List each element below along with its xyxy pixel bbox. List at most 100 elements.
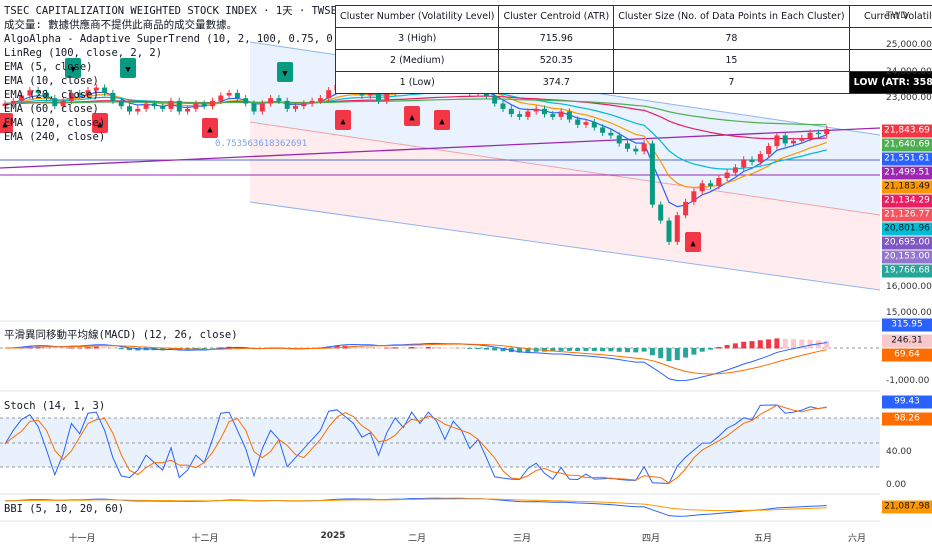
stoch-tick: 40.00 [886, 447, 912, 457]
header-cell: Cluster Size (No. of Data Points in Each… [613, 5, 850, 28]
macd-histogram-bar [583, 348, 589, 351]
indicator-ema60[interactable]: EMA (60, close) [4, 102, 440, 116]
table-row: 1 (Low)374.77LOW (ATR: 358.96) [334, 71, 932, 94]
macd-histogram-bar [417, 347, 423, 349]
cell: 1 (Low) [334, 71, 500, 94]
time-tick: 五月 [753, 534, 773, 544]
macd-histogram-bar [450, 347, 456, 349]
macd-histogram-bar [210, 348, 215, 349]
volatility-cluster-table: Cluster Number (Volatility Level) Cluste… [334, 5, 932, 94]
macd-histogram-bar [409, 347, 415, 349]
macd-histogram-bar [85, 347, 91, 349]
cell: 78 [613, 27, 850, 50]
price-axis[interactable]: TWD 25,000.00 24,000.00 23,000.00 16,000… [880, 0, 932, 550]
macd-histogram-bar [757, 340, 763, 349]
macd-histogram-bar [483, 348, 489, 350]
macd-histogram-bar [376, 347, 381, 349]
macd-histogram-bar [807, 339, 813, 349]
macd-histogram-bar [591, 348, 597, 351]
macd-histogram-bar [52, 347, 58, 349]
macd-histogram-bar [782, 338, 788, 349]
macd-histogram-bar [608, 348, 614, 352]
candle [658, 201, 664, 224]
buy-signal-marker: ▲ [685, 232, 701, 252]
macd-histogram-bar [118, 348, 124, 350]
macd-histogram-bar [674, 348, 680, 360]
price-label: 21,499.51 [882, 166, 932, 180]
signal-label: 246.31 [882, 334, 932, 348]
cell: 374.7 [498, 71, 615, 94]
stoch-d-label: 98.26 [882, 412, 932, 426]
svg-text:▲: ▲ [439, 117, 445, 127]
macd-histogram-bar [616, 348, 622, 352]
macd-title[interactable]: 平滑異同移動平均線(MACD) (12, 26, close) [4, 328, 238, 342]
macd-histogram-bar [724, 345, 730, 349]
macd-histogram-bar [102, 346, 108, 349]
cell: 715.96 [498, 27, 615, 50]
bbi-title[interactable]: BBI (5, 10, 20, 60) [4, 502, 124, 516]
macd-histogram-bar [641, 348, 647, 352]
macd-histogram-bar [425, 346, 431, 349]
stoch-tick: 0.00 [886, 480, 907, 490]
cell: 15 [613, 49, 850, 72]
price-tick: 23,000.00 [886, 93, 932, 103]
macd-pane [2, 338, 830, 382]
macd-histogram-bar [774, 338, 780, 349]
macd-tick: -1,000.00 [886, 376, 930, 386]
macd-histogram-bar [666, 348, 672, 361]
time-tick: 三月 [512, 534, 532, 544]
price-label: 21,551.61 [882, 152, 932, 166]
macd-histogram-bar [732, 343, 738, 349]
price-tick: 25,000.00 [886, 40, 932, 50]
bbi-label: 21,087.98 [882, 500, 932, 514]
macd-histogram-bar [716, 346, 722, 349]
header-cell: Cluster Number (Volatility Level) [334, 5, 500, 28]
time-tick: 六月 [847, 534, 867, 544]
cell: 3 (High) [334, 27, 500, 50]
price-label: 20,801.96 [882, 222, 932, 236]
macd-histogram-bar [749, 341, 755, 349]
macd-histogram-bar [93, 346, 99, 349]
stoch-title[interactable]: Stoch (14, 1, 3) [4, 399, 105, 413]
table-row: 2 (Medium) 520.35 15 [334, 49, 932, 72]
bbi-pane [4, 497, 827, 517]
macd-histogram-bar [359, 346, 365, 349]
table-row: 3 (High) 715.96 78 [334, 27, 932, 50]
macd-histogram-bar [766, 339, 772, 349]
macd-histogram-bar [633, 348, 639, 353]
candle [674, 212, 680, 246]
macd-histogram-bar [392, 347, 398, 349]
macd-histogram-bar [683, 348, 689, 358]
candle [649, 140, 655, 208]
price-label: 21,134.29 [882, 194, 932, 208]
table-header: Cluster Number (Volatility Level) Cluste… [334, 5, 932, 28]
macd-histogram-bar [791, 339, 796, 349]
macd-histogram-bar [459, 347, 464, 349]
macd-histogram-bar [68, 347, 74, 349]
time-tick: 十二月 [191, 534, 219, 544]
price-label: 21,183.49 [882, 180, 932, 194]
price-label: 21,640.69 [882, 138, 932, 152]
macd-histogram-bar [77, 347, 83, 349]
stoch-k-label: 99.43 [882, 395, 932, 409]
price-label: 20,695.00 [882, 236, 932, 250]
price-label: 21,843.69 [882, 124, 932, 138]
time-tick: 四月 [641, 534, 661, 544]
indicator-ema120[interactable]: EMA (120, close) [4, 116, 440, 130]
cell: 520.35 [498, 49, 615, 72]
macd-histogram-bar [400, 347, 406, 349]
time-tick: 二月 [407, 534, 427, 544]
macd-histogram-bar [699, 348, 705, 352]
macd-histogram-bar [558, 348, 564, 351]
macd-histogram-bar [492, 348, 498, 351]
indicator-ema240[interactable]: EMA (240, close) [4, 130, 440, 144]
price-tick: 15,000.00 [886, 308, 932, 318]
macd-histogram-bar [434, 346, 440, 349]
candle [666, 217, 672, 246]
macd-histogram-bar [575, 348, 581, 352]
macd-histogram-bar [367, 346, 373, 349]
price-label: 21,126.77 [882, 208, 932, 222]
macd-histogram-bar [658, 348, 664, 359]
header-cell: Cluster Centroid (ATR) [498, 5, 615, 28]
macd-histogram-bar [708, 348, 713, 350]
